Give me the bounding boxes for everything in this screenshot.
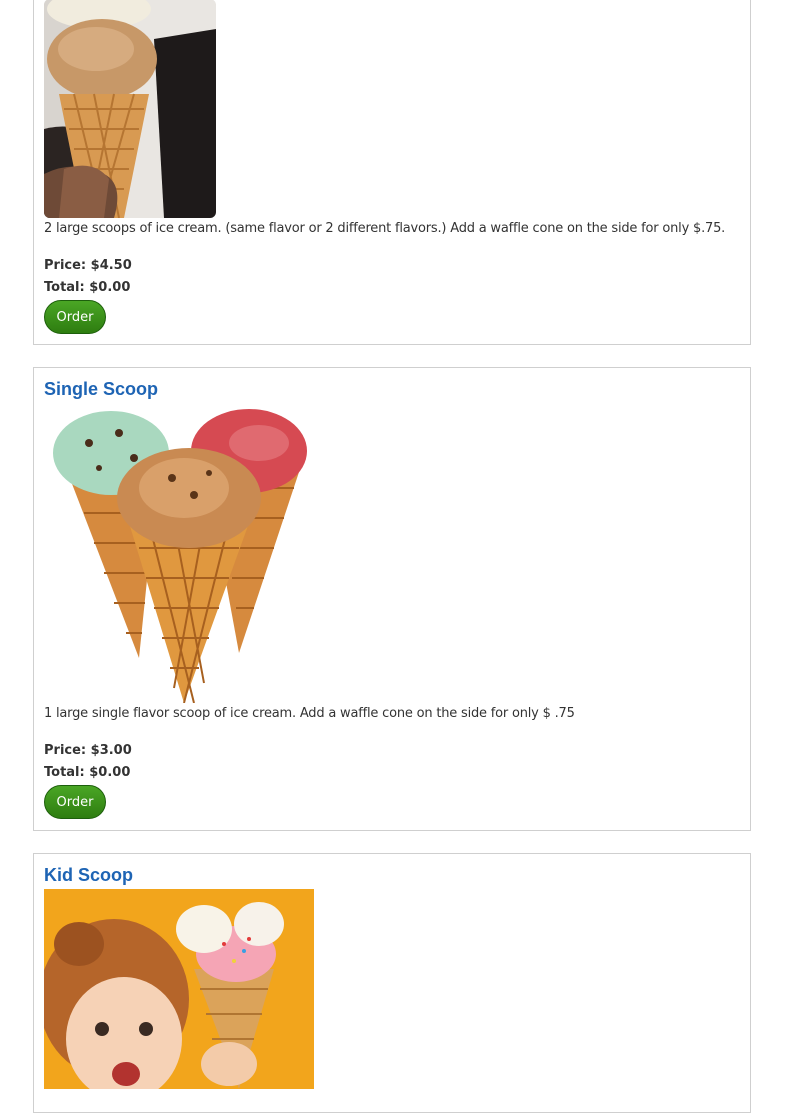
- price-label: Price:: [44, 258, 87, 273]
- total-label: Total:: [44, 280, 85, 295]
- three-waffle-cones-photo: [44, 403, 311, 703]
- price-value: $4.50: [90, 258, 132, 273]
- product-title[interactable]: Single Scoop: [44, 379, 158, 400]
- product-card-kid-scoop: Kid Scoop: [33, 853, 751, 1113]
- order-button[interactable]: Order: [44, 300, 106, 334]
- product-price: Price: $4.50: [44, 258, 132, 273]
- product-title[interactable]: Kid Scoop: [44, 865, 133, 886]
- order-button[interactable]: Order: [44, 785, 106, 819]
- price-value: $3.00: [90, 743, 132, 758]
- product-card-single-scoop: Single Scoop 1 large single flavor scoop…: [33, 367, 751, 831]
- product-total: Total: $0.00: [44, 765, 130, 780]
- total-value: $0.00: [89, 765, 131, 780]
- price-label: Price:: [44, 743, 87, 758]
- product-price: Price: $3.00: [44, 743, 132, 758]
- total-value: $0.00: [89, 280, 131, 295]
- girl-with-cone-photo: [44, 889, 314, 1089]
- product-description: 2 large scoops of ice cream. (same flavo…: [44, 221, 726, 236]
- double-scoop-cone-photo: [44, 0, 216, 218]
- product-description: 1 large single flavor scoop of ice cream…: [44, 706, 575, 721]
- total-label: Total:: [44, 765, 85, 780]
- product-card-double-scoop: 2 large scoops of ice cream. (same flavo…: [33, 0, 751, 345]
- product-total: Total: $0.00: [44, 280, 130, 295]
